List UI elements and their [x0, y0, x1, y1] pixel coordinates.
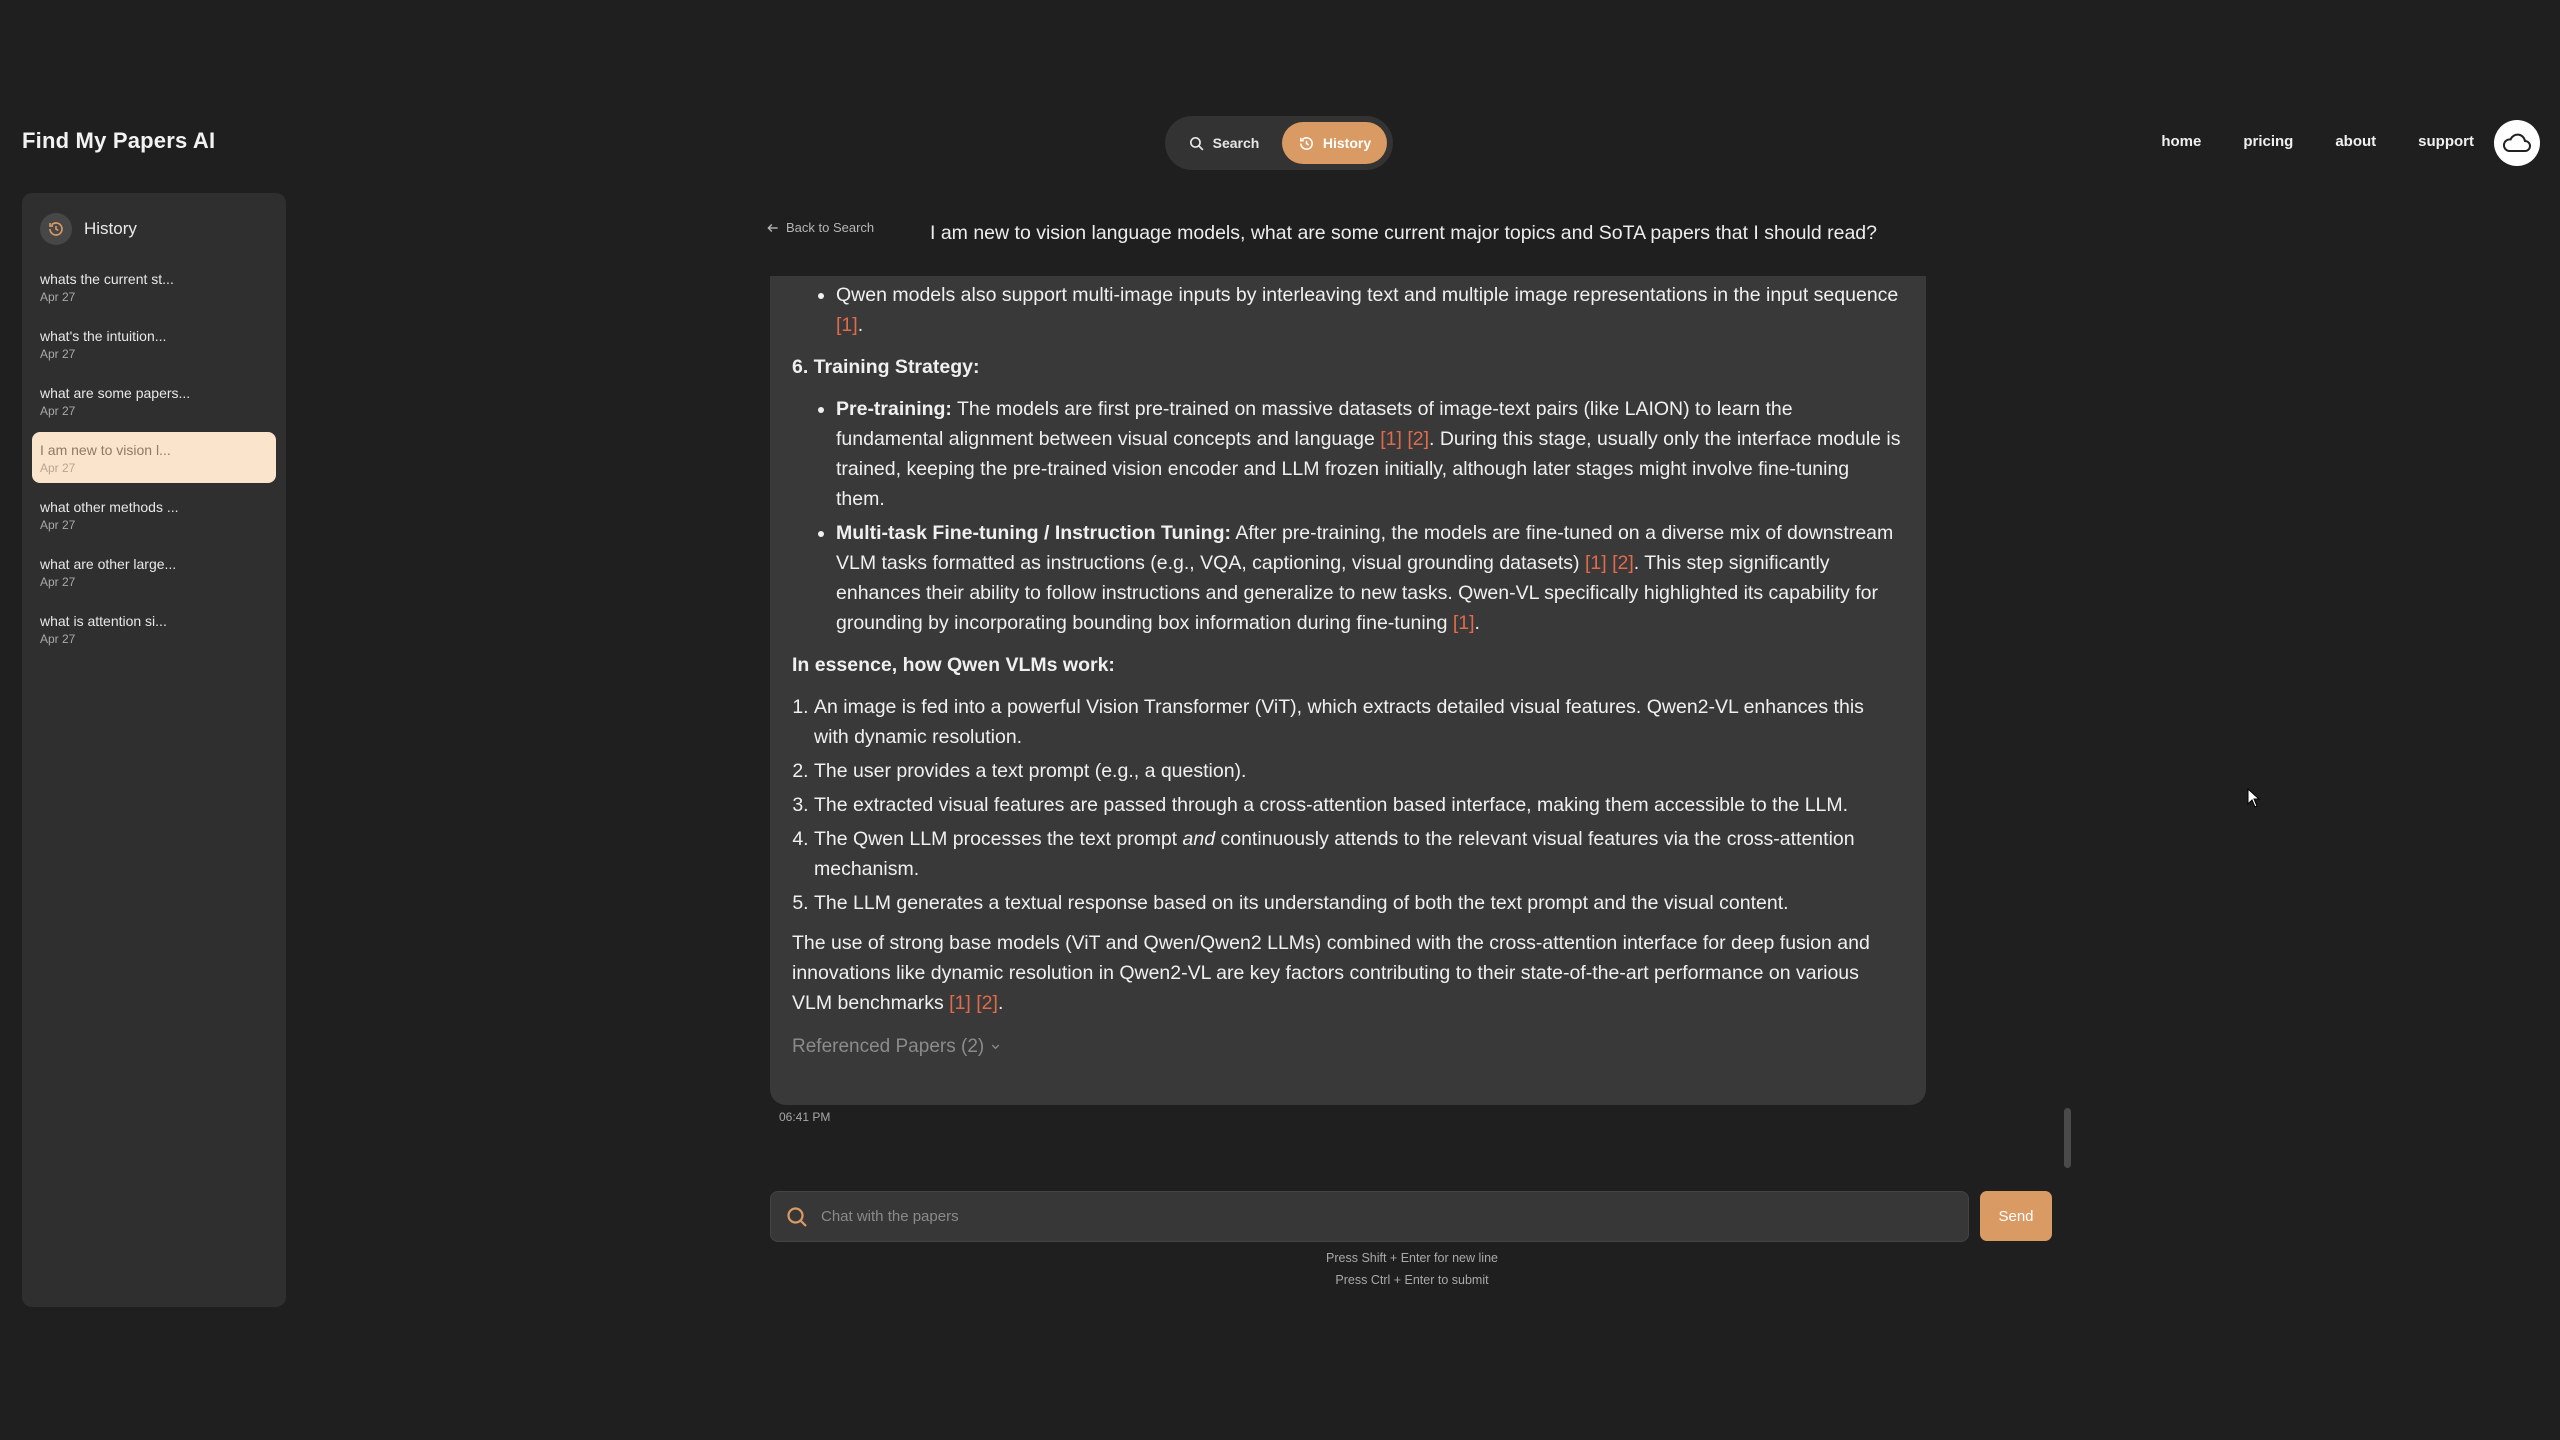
history-list: whats the current st... Apr 27 what's the…	[22, 261, 286, 654]
mode-switch: Search History	[1165, 116, 1393, 170]
section-heading: 6. Training Strategy:	[792, 352, 1902, 382]
essence-heading: In essence, how Qwen VLMs work:	[792, 654, 1115, 676]
send-button[interactable]: Send	[1980, 1191, 2052, 1241]
history-item[interactable]: what are some papers... Apr 27	[32, 375, 276, 426]
submit-hint: Press Ctrl + Enter to submit	[1335, 1273, 1489, 1287]
citation-link[interactable]: [1]	[1585, 552, 1607, 574]
search-icon	[1189, 136, 1204, 150]
nav-about[interactable]: about	[2335, 133, 2376, 150]
search-mode-button[interactable]: Search	[1171, 122, 1276, 164]
chevron-down-icon	[991, 1044, 999, 1050]
answer-text: .	[1474, 612, 1480, 634]
history-icon	[1299, 136, 1313, 150]
answer-bullet: Qwen models also support multi-image inp…	[836, 280, 1902, 340]
history-item[interactable]: what is attention si... Apr 27	[32, 603, 276, 654]
history-item-date: Apr 27	[40, 575, 76, 589]
nav-pricing[interactable]: pricing	[2243, 133, 2293, 150]
answer-text: Qwen models also support multi-image inp…	[836, 284, 1899, 306]
user-question: I am new to vision language models, what…	[930, 222, 1877, 244]
app-title[interactable]: Find My Papers AI	[22, 128, 215, 154]
history-item[interactable]: what's the intuition... Apr 27	[32, 318, 276, 369]
citation-link[interactable]: [1]	[1453, 612, 1475, 634]
answer-bullet: Multi-task Fine-tuning / Instruction Tun…	[836, 518, 1902, 638]
citation-link[interactable]: [2]	[1407, 428, 1429, 450]
training-bullets: Pre-training: The models are first pre-t…	[792, 394, 1902, 638]
history-item-date: Apr 27	[40, 290, 76, 304]
sidebar-header: History	[22, 193, 286, 261]
history-item[interactable]: whats the current st... Apr 27	[32, 261, 276, 312]
history-item-title: what other methods ...	[40, 499, 179, 515]
history-item-date: Apr 27	[40, 518, 76, 532]
newline-hint: Press Shift + Enter for new line	[1326, 1251, 1498, 1265]
essence-steps: An image is fed into a powerful Vision T…	[792, 692, 1902, 918]
chat-input[interactable]	[819, 1207, 1923, 1226]
bullet-label: Multi-task Fine-tuning / Instruction Tun…	[836, 522, 1231, 544]
answer-bullet: Pre-training: The models are first pre-t…	[836, 394, 1902, 514]
bullet-label: Pre-training:	[836, 398, 952, 420]
history-item-date: Apr 27	[40, 404, 76, 418]
citation-link[interactable]: [1]	[949, 992, 971, 1014]
back-to-search-link[interactable]: Back to Search	[766, 220, 874, 235]
step-item: The LLM generates a textual response bas…	[814, 888, 1902, 918]
referenced-papers-toggle[interactable]: Referenced Papers (2)	[792, 1032, 1902, 1062]
step-item: The Qwen LLM processes the text prompt a…	[814, 824, 1902, 884]
history-item-title: what's the intuition...	[40, 328, 167, 344]
answer-text: .	[857, 314, 864, 336]
citation-link[interactable]: [2]	[976, 992, 998, 1014]
history-sidebar: History whats the current st... Apr 27 wh…	[22, 193, 286, 1307]
section-heading: In essence, how Qwen VLMs work:	[792, 650, 1902, 680]
citation-link[interactable]: [1]	[836, 314, 858, 336]
step-item: The user provides a text prompt (e.g., a…	[814, 756, 1902, 786]
avatar[interactable]	[2494, 120, 2540, 166]
history-item[interactable]: what other methods ... Apr 27	[32, 489, 276, 540]
history-item-title: what are some papers...	[40, 385, 191, 401]
history-item-date: Apr 27	[40, 632, 76, 646]
search-icon	[787, 1206, 807, 1227]
history-item-title: I am new to vision l...	[40, 442, 171, 458]
history-item-title: what is attention si...	[40, 613, 167, 629]
arrow-left-icon	[767, 223, 778, 232]
cloud-icon	[2503, 133, 2531, 152]
sidebar-title: History	[84, 219, 137, 238]
chat-input-box	[770, 1191, 1969, 1242]
step-item: The extracted visual features are passed…	[814, 790, 1902, 820]
nav-support[interactable]: support	[2418, 133, 2474, 150]
history-item-active[interactable]: I am new to vision l... Apr 27	[32, 432, 276, 483]
message-timestamp: 06:41 PM	[779, 1110, 831, 1124]
top-nav: home pricing about support	[2161, 133, 2474, 150]
history-item[interactable]: what are other large... Apr 27	[32, 546, 276, 597]
scrollbar-thumb[interactable]	[2064, 1108, 2071, 1168]
history-mode-button[interactable]: History	[1282, 122, 1387, 164]
answer-text: The Qwen LLM processes the text prompt	[814, 828, 1183, 850]
answer-bullets: Qwen models also support multi-image inp…	[792, 280, 1902, 340]
referenced-papers-label: Referenced Papers (2)	[792, 1036, 985, 1057]
step-item: An image is fed into a powerful Vision T…	[814, 692, 1902, 752]
closing-paragraph: The use of strong base models (ViT and Q…	[792, 928, 1902, 1018]
answer-text: .	[997, 992, 1004, 1014]
history-item-date: Apr 27	[40, 461, 76, 475]
citation-link[interactable]: [2]	[1612, 552, 1634, 574]
nav-home[interactable]: home	[2161, 133, 2201, 150]
history-icon	[40, 213, 72, 245]
history-item-date: Apr 27	[40, 347, 76, 361]
answer-panel: Qwen models also support multi-image inp…	[770, 276, 1926, 1105]
cursor-icon	[2247, 788, 2261, 808]
history-mode-label: History	[1322, 135, 1372, 151]
back-to-search-label: Back to Search	[786, 220, 875, 235]
citation-link[interactable]: [1]	[1380, 428, 1402, 450]
history-item-title: whats the current st...	[40, 271, 174, 287]
emphasis-text: and	[1182, 828, 1216, 850]
training-heading: 6. Training Strategy:	[792, 356, 980, 378]
history-item-title: what are other large...	[40, 556, 177, 572]
search-mode-label: Search	[1212, 135, 1260, 151]
